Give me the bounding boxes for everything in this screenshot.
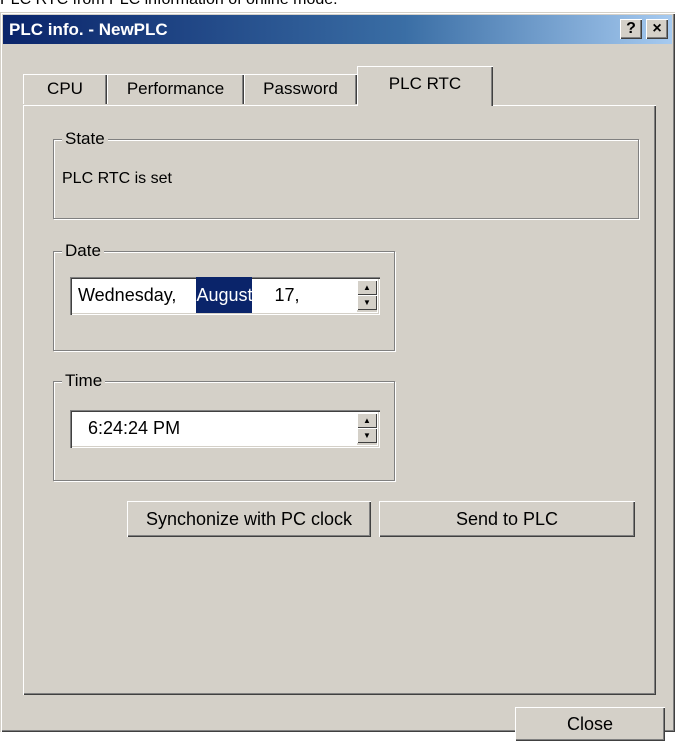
state-text: PLC RTC is set [62,170,172,187]
date-legend: Date [62,241,104,261]
plc-info-dialog: PLC info. - NewPLC ? × CPU Performance P… [0,12,675,741]
sync-pc-clock-button[interactable]: Synchonize with PC clock [127,501,371,537]
document-caption: PLC RTC from PLC information of online m… [0,0,338,9]
tab-performance[interactable]: Performance [107,74,244,104]
time-value[interactable]: 6:24:24 PM [88,410,180,446]
time-spinner[interactable]: ▲ ▼ [357,413,377,445]
date-group: Date Wednesday, August 17, ▲ ▼ [53,241,395,351]
time-group: Time 6:24:24 PM ▲ ▼ [53,371,395,481]
plc-rtc-panel: State PLC RTC is set Date Wednesday, Aug… [23,105,656,695]
title-bar: PLC info. - NewPLC ? × [3,15,672,44]
tab-plc-rtc[interactable]: PLC RTC [357,66,493,106]
state-group: State PLC RTC is set [53,129,639,219]
date-spinner[interactable]: ▲ ▼ [357,280,377,312]
tab-cpu[interactable]: CPU [23,74,107,104]
date-weekday[interactable]: Wednesday, [78,277,176,313]
close-button[interactable]: Close [515,707,665,741]
date-picker[interactable]: Wednesday, August 17, ▲ ▼ [70,277,380,315]
close-icon[interactable]: × [646,19,668,39]
spin-up-icon[interactable]: ▲ [357,413,377,428]
window-title: PLC info. - NewPLC [9,20,168,39]
date-day[interactable]: 17, [275,277,300,313]
help-button[interactable]: ? [620,19,642,39]
spin-up-icon[interactable]: ▲ [357,280,377,295]
send-to-plc-button[interactable]: Send to PLC [379,501,635,537]
time-picker[interactable]: 6:24:24 PM ▲ ▼ [70,410,380,448]
state-legend: State [62,129,108,149]
time-legend: Time [62,371,106,391]
tab-password[interactable]: Password [244,74,357,104]
spin-down-icon[interactable]: ▼ [357,295,377,310]
spin-down-icon[interactable]: ▼ [357,428,377,443]
date-month[interactable]: August [196,277,253,313]
